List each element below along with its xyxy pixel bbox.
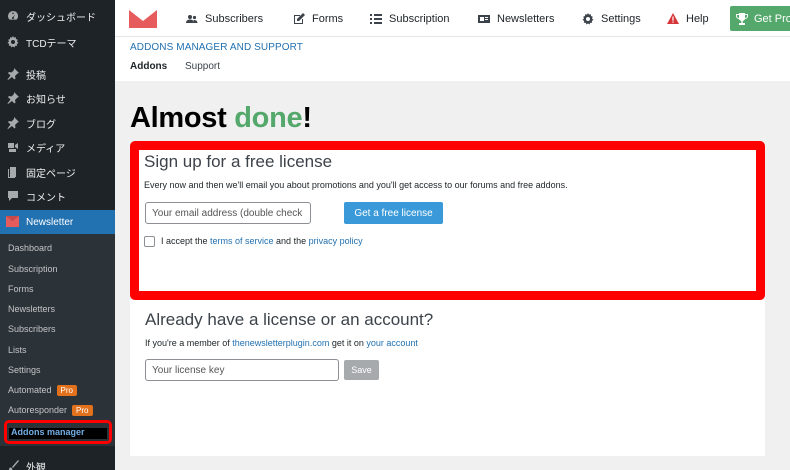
submenu-subscribers[interactable]: Subscribers [8, 322, 56, 336]
sidebar-label: Newsletter [26, 216, 74, 228]
gear-icon [6, 36, 19, 49]
get-pro-label: Get Pro [754, 12, 790, 25]
admin-sidebar: ダッシュボード TCDテーマ 投稿 お知らせ ブログ メディア 固定ページ コメ… [0, 0, 115, 470]
title-prefix: Almost [130, 102, 235, 134]
page-title: Almost done! [130, 102, 312, 135]
tab-support[interactable]: Support [185, 61, 220, 72]
topbar-label: Help [686, 12, 709, 25]
pin-icon [6, 117, 19, 130]
terms-link[interactable]: terms of service [210, 236, 274, 246]
newsletter-logo-icon [6, 215, 19, 229]
pro-badge: Pro [72, 404, 93, 416]
submenu-automated[interactable]: Automated Pro [8, 383, 77, 397]
pro-badge: Pro [56, 384, 77, 396]
sidebar-item-appearance[interactable]: 外観 [0, 454, 115, 470]
submenu-dashboard[interactable]: Dashboard [8, 241, 52, 255]
sidebar-item-blog[interactable]: ブログ [0, 111, 115, 135]
list-icon [369, 12, 382, 25]
sidebar-item-pages[interactable]: 固定ページ [0, 160, 115, 184]
sidebar-label: ダッシュボード [26, 12, 96, 24]
submenu-label: Automated [8, 385, 52, 395]
dashboard-gauge-icon [6, 10, 19, 23]
edit-icon [292, 12, 305, 25]
sidebar-label: ブログ [26, 119, 56, 131]
pin-icon [6, 68, 19, 81]
topbar-label: Settings [601, 12, 641, 25]
sidebar-label: お知らせ [26, 94, 66, 106]
email-field[interactable] [145, 202, 311, 224]
accept-mid: and the [273, 236, 309, 246]
gear-icon [581, 12, 594, 25]
topbar-subscription[interactable]: Subscription [369, 0, 450, 37]
page-icon [6, 166, 19, 179]
sidebar-item-comments[interactable]: コメント [0, 184, 115, 208]
sidebar-label: 固定ページ [26, 168, 76, 180]
sidebar-label: TCDテーマ [26, 38, 77, 50]
signup-title: Sign up for a free license [144, 152, 333, 171]
sidebar-item-media[interactable]: メディア [0, 135, 115, 159]
sidebar-item-newsletter[interactable]: Newsletter [0, 210, 115, 234]
free-license-panel: Sign up for a free license Every now and… [130, 141, 765, 300]
accept-terms-label: I accept the terms of service and the pr… [161, 236, 363, 246]
media-icon [6, 141, 19, 154]
existing-license-title: Already have a license or an account? [145, 310, 434, 329]
submenu-forms[interactable]: Forms [8, 282, 34, 296]
submenu-newsletters[interactable]: Newsletters [8, 302, 55, 316]
sidebar-label: 投稿 [26, 70, 46, 82]
existing-license-panel: Already have a license or an account? If… [130, 300, 765, 456]
topbar-subscribers[interactable]: Subscribers [185, 0, 263, 37]
sidebar-item-dashboard[interactable]: ダッシュボード [0, 4, 115, 28]
sidebar-label: メディア [26, 143, 66, 155]
topbar-label: Newsletters [497, 12, 555, 25]
users-icon [185, 12, 198, 25]
submenu-autoresponder[interactable]: Autoresponder Pro [8, 403, 93, 417]
submenu-label: Addons manager [11, 427, 85, 437]
get-pro-button[interactable]: Get Pro [730, 6, 790, 31]
topbar-label: Subscribers [205, 12, 264, 25]
site-link[interactable]: thenewsletterplugin.com [232, 338, 329, 348]
sidebar-item-tcd-theme[interactable]: TCDテーマ [0, 30, 115, 54]
topbar-settings[interactable]: Settings [581, 0, 641, 37]
newsletter-topbar: Subscribers Forms Subscription Newslette… [115, 0, 790, 37]
trophy-icon [736, 12, 748, 25]
get-free-license-button[interactable]: Get a free license [344, 202, 443, 224]
license-key-field[interactable] [145, 359, 339, 381]
submenu-lists[interactable]: Lists [8, 343, 27, 357]
newspaper-icon [477, 12, 490, 25]
topbar-forms[interactable]: Forms [292, 0, 343, 37]
comment-icon [6, 190, 19, 203]
warning-icon [666, 12, 679, 25]
sidebar-item-posts[interactable]: 投稿 [0, 62, 115, 86]
newsletter-submenu: Dashboard Subscription Forms Newsletters… [0, 234, 115, 446]
title-accent: done [234, 102, 303, 134]
tab-addons[interactable]: Addons [130, 61, 167, 72]
topbar-label: Subscription [389, 12, 450, 25]
page-header: ADDONS MANAGER AND SUPPORT Addons Suppor… [115, 37, 790, 81]
brush-icon [6, 460, 19, 470]
sidebar-item-news[interactable]: お知らせ [0, 86, 115, 110]
topbar-help[interactable]: Help [666, 0, 709, 37]
title-suffix: ! [302, 102, 312, 134]
submenu-addons-manager[interactable]: Addons manager [4, 420, 112, 444]
sidebar-label: 外観 [26, 462, 46, 470]
account-link[interactable]: your account [366, 338, 418, 348]
existing-license-description: If you're a member of thenewsletterplugi… [145, 338, 418, 348]
newsletter-logo-icon [129, 9, 157, 28]
accept-prefix: I accept the [161, 236, 211, 246]
submenu-label: Autoresponder [8, 405, 68, 415]
desc-prefix: If you're a member of [145, 338, 233, 348]
sidebar-label: コメント [26, 192, 66, 204]
pin-icon [6, 92, 19, 105]
signup-description: Every now and then we'll email you about… [144, 180, 568, 190]
desc-mid: get it on [329, 338, 367, 348]
privacy-link[interactable]: privacy policy [309, 236, 363, 246]
section-title: ADDONS MANAGER AND SUPPORT [130, 42, 304, 53]
topbar-label: Forms [312, 12, 344, 25]
topbar-newsletters[interactable]: Newsletters [477, 0, 554, 37]
submenu-subscription[interactable]: Subscription [8, 262, 58, 276]
accept-terms-checkbox[interactable] [144, 236, 155, 247]
submenu-settings[interactable]: Settings [8, 363, 41, 377]
newsletter-logo[interactable] [129, 0, 157, 37]
save-button[interactable]: Save [344, 360, 379, 380]
